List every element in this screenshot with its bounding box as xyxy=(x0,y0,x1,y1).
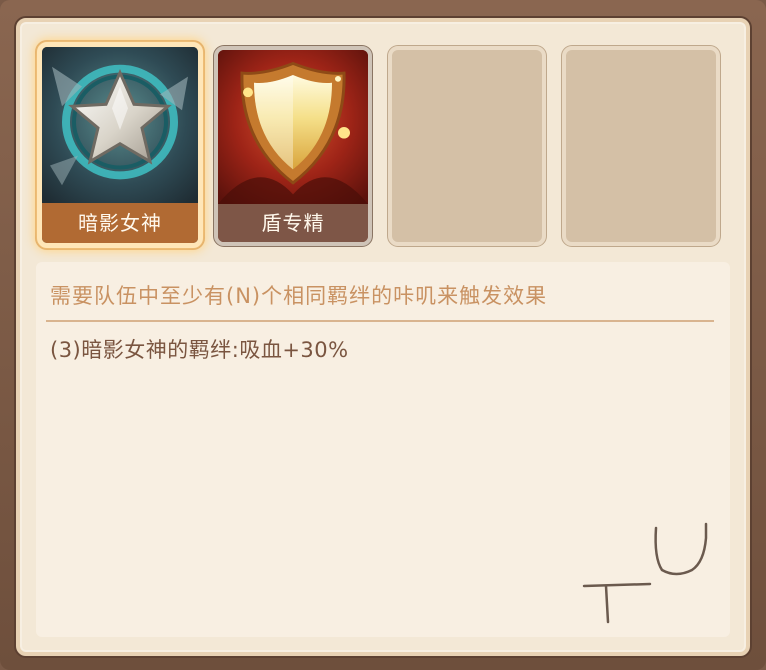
bond-slot-empty[interactable] xyxy=(388,46,546,246)
window-frame: 暗影女神 盾专精 需要队伍中至少有(N)个相同羁绊的咔叽来触发效果 (3)暗影女… xyxy=(0,0,766,670)
bond-bonus-text: (3)暗影女神的羁绊:吸血+30% xyxy=(50,338,349,362)
slot-label: 盾专精 xyxy=(218,204,368,242)
handwritten-scribble xyxy=(582,522,708,624)
bond-slot-shield-mastery[interactable]: 盾专精 xyxy=(214,46,372,246)
bond-slot-empty[interactable] xyxy=(562,46,720,246)
bond-slot-shadow-goddess[interactable]: 暗影女神 xyxy=(37,42,203,248)
slot-label: 暗影女神 xyxy=(42,203,198,243)
silver-star-emblem-icon xyxy=(42,47,198,205)
golden-shield-icon xyxy=(218,50,368,204)
divider xyxy=(46,320,714,322)
bond-requirement-text: 需要队伍中至少有(N)个相同羁绊的咔叽来触发效果 xyxy=(50,284,548,308)
